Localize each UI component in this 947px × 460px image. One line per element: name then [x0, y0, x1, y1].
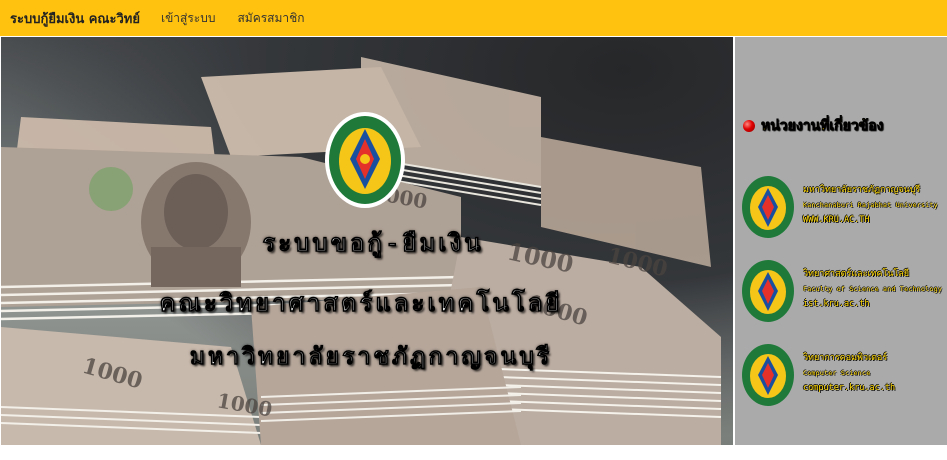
brand-link[interactable]: ระบบกู้ยืมเงิน คณะวิทย์ — [10, 8, 140, 29]
agency-name-en: Kanchanaburi Rajabhat University — [803, 201, 938, 209]
agency-name-en: Faculty of Science and Technology — [803, 285, 943, 293]
hero-faculty: คณะวิทยาศาสตร์และเทคโนโลยี — [159, 288, 563, 318]
agency-link-computer[interactable]: วิทยาการคอมพิวเตอร์ Computer Science com… — [741, 343, 947, 413]
related-agencies-sidebar: หน่วยงานที่เกี่ยวข้อง มหาวิทยาลัยราชภัฏก… — [735, 37, 947, 445]
agency-url: WWW.KRU.AC.TH — [803, 215, 870, 225]
agency-name-th: วิทยาการคอมพิวเตอร์ — [803, 353, 888, 363]
hero-banner: 1000 1000 1000 1000 1000 1000 ระบบขอกู้-… — [1, 37, 733, 445]
hero-title: ระบบขอกู้-ยืมเงิน — [262, 228, 484, 258]
agency-name-th: วิทยาศาสตร์และเทคโนโลยี — [803, 269, 910, 279]
agency-link-kru[interactable]: มหาวิทยาลัยราชภัฏกาญจนบุรี Kanchanaburi … — [741, 175, 947, 245]
university-seal-icon — [742, 344, 794, 406]
sidebar-title: หน่วยงานที่เกี่ยวข้อง — [761, 118, 884, 135]
hero-university: มหาวิทยาลัยราชภัฏกาญจนบุรี — [189, 343, 553, 371]
agency-url: ist.kru.ac.th — [803, 299, 870, 309]
agency-link-science[interactable]: วิทยาศาสตร์และเทคโนโลยี Faculty of Scien… — [741, 259, 947, 329]
register-link[interactable]: สมัครสมาชิก — [237, 9, 304, 28]
sidebar-heading: หน่วยงานที่เกี่ยวข้อง — [743, 115, 947, 137]
university-seal-icon — [742, 260, 794, 322]
university-seal-icon — [742, 176, 794, 238]
agency-name-th: มหาวิทยาลัยราชภัฏกาญจนบุรี — [803, 185, 921, 195]
bullet-icon — [743, 120, 755, 132]
login-link[interactable]: เข้าสู่ระบบ — [161, 9, 216, 28]
top-navbar: ระบบกู้ยืมเงิน คณะวิทย์ เข้าสู่ระบบ สมัค… — [0, 0, 947, 36]
university-seal-icon — [325, 112, 405, 208]
agency-name-en: Computer Science — [803, 369, 871, 377]
page-footer-gap — [0, 446, 947, 460]
agency-url: computer.kru.ac.th — [803, 383, 896, 393]
